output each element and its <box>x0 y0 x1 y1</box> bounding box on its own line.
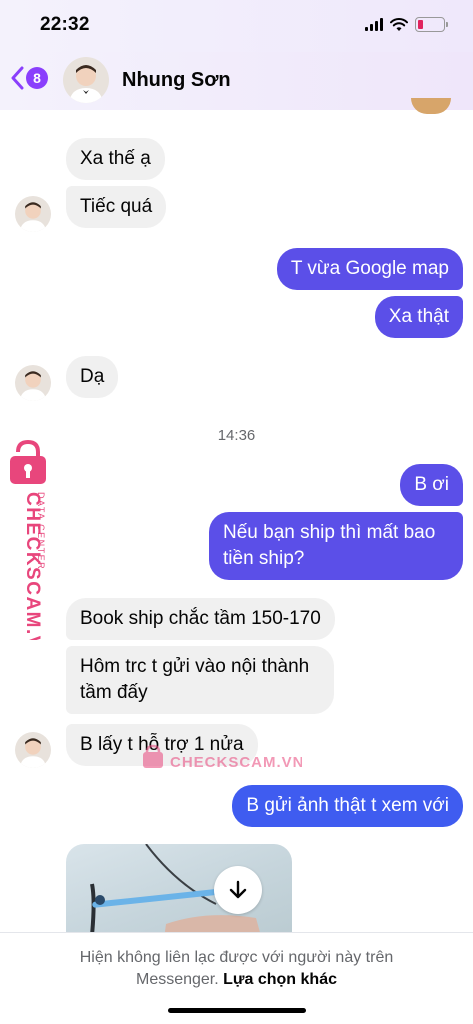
home-indicator[interactable] <box>168 1008 306 1013</box>
chat-header: 8 Nhung Sơn <box>0 52 473 110</box>
outgoing-message[interactable]: B gửi ảnh thật t xem với <box>232 785 463 827</box>
status-time: 22:32 <box>40 14 90 35</box>
wifi-icon <box>390 17 408 31</box>
message-thread[interactable]: Xa thế ạ Tiếc quá T vừa Google map Xa th… <box>0 110 473 932</box>
contact-avatar[interactable] <box>63 57 109 103</box>
status-icons <box>365 17 448 32</box>
incoming-message[interactable]: Xa thế ạ <box>66 138 165 180</box>
contact-avatar-small[interactable] <box>15 365 51 401</box>
incoming-message[interactable]: Hôm trc t gửi vào nội thành tầm đấy <box>66 646 334 714</box>
incoming-message[interactable]: Tiếc quá <box>66 186 167 228</box>
download-arrow-icon <box>229 880 247 899</box>
unread-count-badge: 8 <box>26 67 48 89</box>
photo-message[interactable] <box>66 844 292 932</box>
incoming-message[interactable]: Book ship chắc tầm 150-170 <box>66 598 335 640</box>
incoming-message[interactable]: Dạ <box>66 356 119 398</box>
notice-text: Hiện không liên lạc được với người này t… <box>40 947 433 991</box>
outgoing-message[interactable]: T vừa Google map <box>276 248 463 290</box>
watermark-sub: DATA CENTER <box>36 492 46 570</box>
message-timestamp: 14:36 <box>217 427 256 444</box>
contact-name[interactable]: Nhung Sơn <box>122 69 231 92</box>
battery-low-icon <box>415 17 448 32</box>
chevron-left-icon <box>11 66 24 90</box>
checkscam-side-watermark: CHECKSCAM.VN DATA CENTER <box>4 439 54 665</box>
outgoing-message[interactable]: Nếu bạn ship thì mất bao tiền ship? <box>209 512 463 580</box>
other-options-link[interactable]: Lựa chọn khác <box>223 971 337 988</box>
status-bar: 22:32 <box>0 0 473 52</box>
watermark-center-text: CHECKSCAM.VN <box>170 754 302 771</box>
download-button[interactable] <box>214 866 262 914</box>
checkscam-center-watermark: CHECKSCAM.VN <box>142 743 304 773</box>
lock-icon <box>143 744 163 768</box>
back-button[interactable]: 8 <box>10 66 48 90</box>
outgoing-message[interactable]: Xa thật <box>374 296 463 338</box>
contact-avatar-small[interactable] <box>15 732 51 768</box>
signal-icon <box>365 18 383 31</box>
lock-icon <box>10 439 46 484</box>
contact-avatar-small[interactable] <box>15 196 51 232</box>
outgoing-message[interactable]: B ơi <box>400 464 463 506</box>
